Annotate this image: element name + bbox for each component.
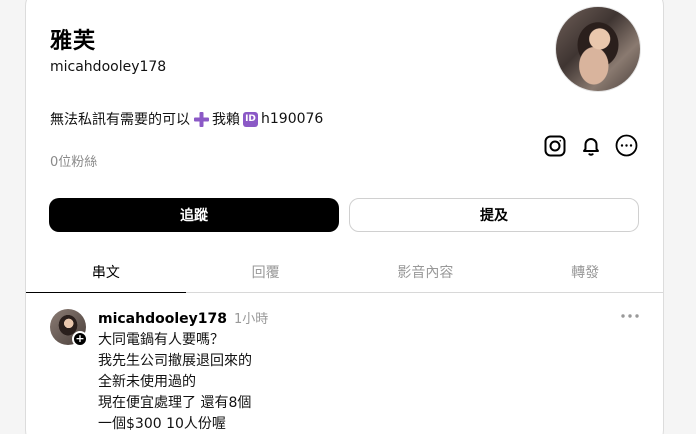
more-options-icon[interactable] xyxy=(615,134,638,157)
mention-button[interactable]: 提及 xyxy=(349,198,639,232)
post-header: micahdooley178 1小時 xyxy=(98,308,268,327)
post-body: 大同電鍋有人要嗎？ 我先生公司撤展退回來的 全新未使用過的 現在便宜處理了 還有… xyxy=(98,330,252,434)
tab-replies[interactable]: 回覆 xyxy=(186,252,346,292)
post-line: 大同電鍋有人要嗎？ xyxy=(98,332,224,348)
profile-card: 雅芙 micahdooley178 無法私訊有需要的可以 我賴 ID h1900… xyxy=(25,0,664,434)
profile-bio: 無法私訊有需要的可以 我賴 ID h190076 xyxy=(50,109,323,129)
bio-text-3: h190076 xyxy=(261,111,324,127)
followers-count[interactable]: 0位粉絲 xyxy=(50,151,97,170)
profile-tabs: 串文 回覆 影音內容 轉發 xyxy=(26,252,663,293)
post-more-icon[interactable] xyxy=(616,308,644,324)
bio-text-2: 我賴 xyxy=(212,112,240,128)
instagram-icon[interactable] xyxy=(543,134,566,157)
post-time: 1小時 xyxy=(234,312,269,327)
profile-avatar[interactable] xyxy=(555,6,641,92)
post-line: 現在便宜處理了 還有8個 xyxy=(98,395,252,411)
post-line: 全新未使用過的 xyxy=(98,374,196,390)
post-line: 我先生公司撤展退回來的 xyxy=(98,353,252,369)
display-name: 雅芙 xyxy=(50,29,97,54)
follow-plus-icon[interactable]: + xyxy=(72,331,88,347)
post-line: 一個$300 10人份喔 xyxy=(98,416,226,432)
bell-icon[interactable] xyxy=(579,134,602,157)
plus-emoji-icon xyxy=(193,111,209,127)
post-item: + micahdooley178 1小時 大同電鍋有人要嗎？ 我先生公司撤展退回… xyxy=(26,294,663,434)
tab-reposts[interactable]: 轉發 xyxy=(505,252,663,292)
bio-text-1: 無法私訊有需要的可以 xyxy=(50,112,190,128)
profile-actions xyxy=(543,134,638,157)
profile-username: micahdooley178 xyxy=(50,59,167,75)
id-emoji-icon: ID xyxy=(243,111,258,127)
follow-button[interactable]: 追蹤 xyxy=(49,198,339,232)
tab-media[interactable]: 影音內容 xyxy=(346,252,506,292)
tab-threads[interactable]: 串文 xyxy=(26,252,186,293)
post-username[interactable]: micahdooley178 xyxy=(98,311,227,327)
